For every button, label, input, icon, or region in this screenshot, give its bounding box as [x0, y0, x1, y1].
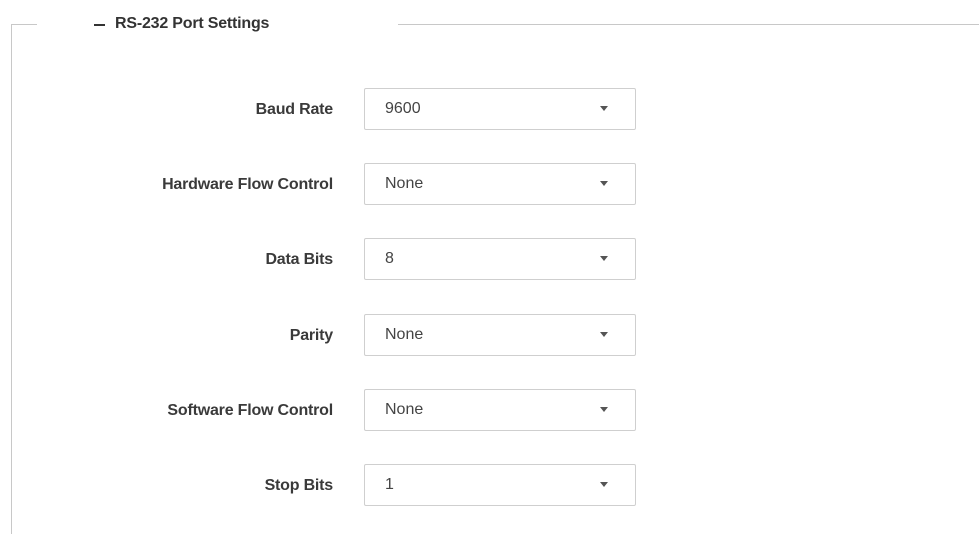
- parity-select[interactable]: None: [364, 314, 636, 356]
- group-border: [398, 24, 979, 25]
- field-row-parity: Parity None: [0, 314, 979, 358]
- caret-down-icon: [600, 482, 608, 487]
- field-row-baud-rate: Baud Rate 9600: [0, 88, 979, 132]
- group-legend-toggle[interactable]: RS-232 Port Settings: [94, 10, 269, 38]
- caret-down-icon: [600, 106, 608, 111]
- hardware-flow-control-select[interactable]: None: [364, 163, 636, 205]
- baud-rate-label: Baud Rate: [255, 101, 334, 118]
- stop-bits-select[interactable]: 1: [364, 464, 636, 506]
- group-title: RS-232 Port Settings: [115, 15, 270, 32]
- group-border: [11, 24, 37, 25]
- baud-rate-value: 9600: [385, 100, 421, 117]
- field-row-hardware-flow-control: Hardware Flow Control None: [0, 163, 979, 207]
- baud-rate-select[interactable]: 9600: [364, 88, 636, 130]
- caret-down-icon: [600, 407, 608, 412]
- parity-label: Parity: [289, 327, 333, 344]
- software-flow-control-select[interactable]: None: [364, 389, 636, 431]
- stop-bits-label: Stop Bits: [264, 477, 334, 494]
- field-row-software-flow-control: Software Flow Control None: [0, 389, 979, 433]
- caret-down-icon: [600, 332, 608, 337]
- hardware-flow-control-value: None: [385, 175, 424, 192]
- minus-icon[interactable]: [94, 23, 105, 26]
- data-bits-select[interactable]: 8: [364, 238, 636, 280]
- data-bits-value: 8: [385, 250, 394, 267]
- field-row-data-bits: Data Bits 8: [0, 238, 979, 282]
- data-bits-label: Data Bits: [265, 251, 333, 268]
- software-flow-control-label: Software Flow Control: [167, 402, 333, 419]
- hardware-flow-control-label: Hardware Flow Control: [162, 176, 333, 193]
- parity-value: None: [385, 326, 424, 343]
- field-row-stop-bits: Stop Bits 1: [0, 464, 979, 508]
- software-flow-control-value: None: [385, 401, 424, 418]
- caret-down-icon: [600, 181, 608, 186]
- caret-down-icon: [600, 256, 608, 261]
- rs232-settings-panel: RS-232 Port Settings Baud Rate 9600 Hard…: [0, 0, 979, 534]
- stop-bits-value: 1: [385, 476, 394, 493]
